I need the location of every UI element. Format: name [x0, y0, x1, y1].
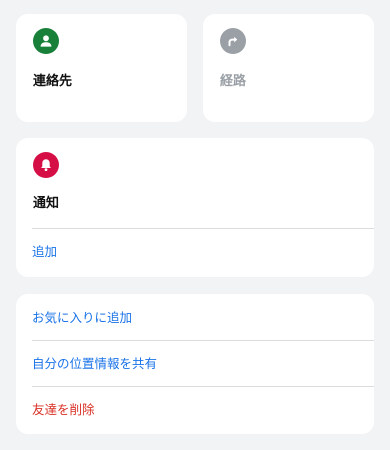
divider: [32, 228, 374, 229]
notification-label: 通知: [33, 196, 60, 211]
add-notification-link[interactable]: 追加: [32, 244, 374, 260]
contact-tile[interactable]: 連絡先: [16, 14, 187, 122]
notification-card: 通知 追加: [16, 138, 374, 277]
contact-label: 連絡先: [33, 74, 73, 89]
directions-label: 経路: [220, 74, 247, 89]
divider: [32, 386, 374, 387]
divider: [32, 340, 374, 341]
actions-card: お気に入りに追加 自分の位置情報を共有 友達を削除: [16, 294, 374, 434]
bell-icon: [33, 152, 59, 178]
person-icon: [33, 28, 59, 54]
directions-tile[interactable]: 経路: [203, 14, 374, 122]
share-location-link[interactable]: 自分の位置情報を共有: [32, 356, 374, 372]
add-to-favorites-link[interactable]: お気に入りに追加: [32, 310, 374, 326]
directions-icon: [220, 28, 246, 54]
remove-friend-link[interactable]: 友達を削除: [32, 402, 374, 418]
